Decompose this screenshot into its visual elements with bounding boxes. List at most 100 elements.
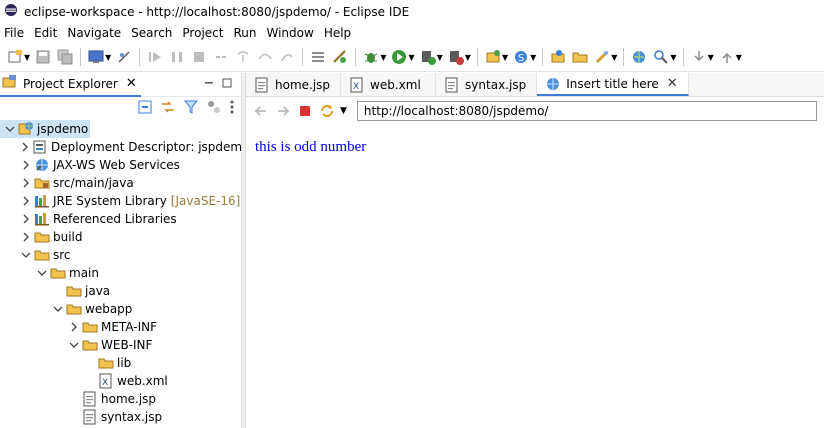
open-task-icon[interactable] bbox=[594, 49, 610, 65]
filter-icon[interactable] bbox=[183, 99, 199, 118]
close-icon[interactable]: ✕ bbox=[126, 76, 137, 91]
debug-icon[interactable] bbox=[363, 49, 379, 65]
new-icon[interactable] bbox=[7, 49, 23, 65]
collapse-all-icon[interactable] bbox=[137, 99, 153, 118]
refresh-icon[interactable] bbox=[319, 103, 335, 119]
tree-item-deployment-descriptor-jspdemo[interactable]: Deployment Descriptor: jspdemo bbox=[0, 138, 249, 156]
forward-icon[interactable] bbox=[275, 103, 291, 119]
step-return-icon[interactable] bbox=[279, 49, 295, 65]
tree-item-jspdemo[interactable]: jspdemo bbox=[0, 120, 91, 138]
tree-item-home-jsp[interactable]: home.jsp bbox=[0, 390, 241, 408]
open-task-dropdown-icon[interactable]: ▼ bbox=[611, 53, 617, 62]
chevron-down-icon[interactable] bbox=[20, 250, 32, 260]
url-field[interactable]: http://localhost:8080/jspdemo/ bbox=[356, 101, 817, 121]
chevron-right-icon[interactable] bbox=[20, 196, 32, 206]
tree-item-build[interactable]: build bbox=[0, 228, 241, 246]
tree-item-src[interactable]: src bbox=[0, 246, 241, 264]
menu-help[interactable]: Help bbox=[319, 26, 356, 40]
chevron-right-icon[interactable] bbox=[20, 214, 32, 224]
debug-dropdown-icon[interactable]: ▼ bbox=[380, 53, 386, 62]
run-dropdown-icon[interactable]: ▼ bbox=[408, 53, 414, 62]
search-dropdown-icon[interactable]: ▼ bbox=[670, 53, 676, 62]
menu-run[interactable]: Run bbox=[228, 26, 261, 40]
tree-item-meta-inf[interactable]: META-INF bbox=[0, 318, 241, 336]
menu-project[interactable]: Project bbox=[177, 26, 228, 40]
new-java-project-dropdown-icon[interactable]: ▼ bbox=[502, 53, 508, 62]
new-java-project-icon[interactable] bbox=[485, 49, 501, 65]
close-icon[interactable]: ✕ bbox=[667, 76, 678, 91]
run-server-icon[interactable] bbox=[420, 49, 436, 65]
tree-item-webapp[interactable]: webapp bbox=[0, 300, 241, 318]
resume-icon[interactable] bbox=[147, 49, 163, 65]
next-annotation-dropdown-icon[interactable]: ▼ bbox=[708, 53, 714, 62]
toggle-breakpoints-icon[interactable] bbox=[332, 49, 348, 65]
stop-server-dropdown-icon[interactable]: ▼ bbox=[465, 53, 471, 62]
new-class-icon[interactable]: S bbox=[513, 49, 529, 65]
refresh-dropdown-icon[interactable]: ▼ bbox=[340, 106, 347, 116]
tree-item-referenced-libraries[interactable]: Referenced Libraries bbox=[0, 210, 241, 228]
link-with-editor-icon[interactable] bbox=[160, 99, 176, 118]
tab-label: syntax.jsp bbox=[465, 77, 527, 92]
menu-edit[interactable]: Edit bbox=[29, 26, 62, 40]
chevron-right-icon[interactable] bbox=[20, 178, 32, 188]
menu-file[interactable]: File bbox=[0, 26, 29, 40]
web-browser-icon[interactable] bbox=[631, 49, 647, 65]
open-type-icon[interactable] bbox=[550, 49, 566, 65]
focus-icon[interactable] bbox=[206, 99, 222, 118]
tree-item-main[interactable]: main bbox=[0, 264, 241, 282]
terminate-icon[interactable] bbox=[191, 49, 207, 65]
tab-web-xml[interactable]: Xweb.xml bbox=[341, 73, 437, 96]
chevron-down-icon[interactable] bbox=[52, 304, 64, 314]
chevron-right-icon[interactable] bbox=[68, 322, 80, 332]
tab-home-jsp[interactable]: home.jsp bbox=[246, 73, 342, 96]
chevron-down-icon[interactable] bbox=[68, 340, 80, 350]
run-icon[interactable] bbox=[391, 49, 407, 65]
search-icon[interactable] bbox=[653, 49, 669, 65]
new-class-dropdown-icon[interactable]: ▼ bbox=[530, 53, 536, 62]
save-all-icon[interactable] bbox=[57, 49, 73, 65]
tab-project-explorer[interactable]: Project Explorer ✕ bbox=[0, 72, 141, 97]
open-folder-icon[interactable] bbox=[572, 49, 588, 65]
tree-item-java[interactable]: java bbox=[0, 282, 241, 300]
skip-breakpoints-icon[interactable] bbox=[116, 49, 132, 65]
previous-annotation-icon[interactable] bbox=[719, 49, 735, 65]
step-over-icon[interactable] bbox=[257, 49, 273, 65]
stop-icon[interactable] bbox=[297, 103, 313, 119]
tab-syntax-jsp[interactable]: syntax.jsp bbox=[436, 73, 538, 96]
next-annotation-icon[interactable] bbox=[691, 49, 707, 65]
tab-insert-title-here[interactable]: Insert title here ✕ bbox=[537, 73, 689, 96]
tree-item-jre-system-library[interactable]: JRE System Library [JavaSE-16] bbox=[0, 192, 241, 210]
run-server-dropdown-icon[interactable]: ▼ bbox=[437, 53, 443, 62]
chevron-right-icon[interactable] bbox=[20, 160, 32, 170]
chevron-right-icon[interactable] bbox=[20, 232, 32, 242]
new-dropdown-icon[interactable]: ▼ bbox=[24, 53, 30, 62]
menu-search[interactable]: Search bbox=[126, 26, 177, 40]
menu-window[interactable]: Window bbox=[261, 26, 318, 40]
tree-item-src-main-java[interactable]: src/main/java bbox=[0, 174, 241, 192]
suspend-icon[interactable] bbox=[169, 49, 185, 65]
page-text: this is odd number bbox=[255, 139, 367, 155]
back-icon[interactable] bbox=[253, 103, 269, 119]
use-step-filters-icon[interactable] bbox=[310, 49, 326, 65]
tree-item-web-xml[interactable]: Xweb.xml bbox=[0, 372, 241, 390]
stop-server-icon[interactable] bbox=[448, 49, 464, 65]
minimize-icon[interactable] bbox=[203, 77, 215, 92]
save-icon[interactable] bbox=[35, 49, 51, 65]
view-menu-icon[interactable] bbox=[229, 99, 235, 118]
monitor-icon[interactable] bbox=[88, 49, 104, 65]
chevron-right-icon[interactable] bbox=[20, 142, 30, 152]
tree-item-lib[interactable]: lib bbox=[0, 354, 241, 372]
disconnect-icon[interactable] bbox=[213, 49, 229, 65]
step-into-icon[interactable] bbox=[235, 49, 251, 65]
maximize-icon[interactable] bbox=[221, 77, 233, 92]
previous-annotation-dropdown-icon[interactable]: ▼ bbox=[736, 53, 742, 62]
tree-item-jax-ws-web-services[interactable]: JAX-WS Web Services bbox=[0, 156, 241, 174]
tree-item-web-inf[interactable]: WEB-INF bbox=[0, 336, 241, 354]
menu-navigate[interactable]: Navigate bbox=[62, 26, 126, 40]
monitor-dropdown-icon[interactable]: ▼ bbox=[105, 53, 111, 62]
chevron-down-icon[interactable] bbox=[4, 124, 16, 134]
tree-item-syntax-jsp[interactable]: syntax.jsp bbox=[0, 408, 241, 426]
tree-item-label: webapp bbox=[85, 302, 133, 316]
chevron-down-icon[interactable] bbox=[36, 268, 48, 278]
tree-item-label: WEB-INF bbox=[101, 338, 153, 352]
